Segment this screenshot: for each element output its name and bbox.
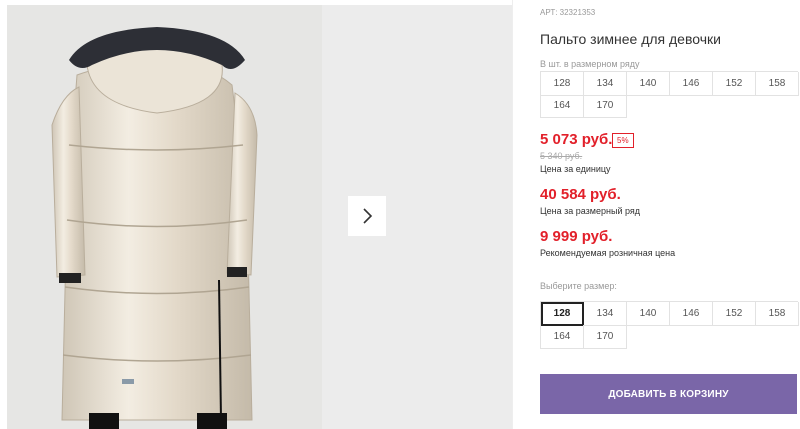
- size-option[interactable]: 134: [584, 302, 627, 326]
- pack-size-cell: 140: [627, 72, 670, 96]
- pack-size-cell: 152: [713, 72, 756, 96]
- pack-sizes-row1: 128 134 140 146 152 158: [540, 71, 799, 96]
- pack-price-note: Цена за размерный ряд: [540, 206, 641, 216]
- retail-price-note: Рекомендуемая розничная цена: [540, 248, 676, 258]
- add-to-cart-button[interactable]: ДОБАВИТЬ В КОРЗИНУ: [540, 374, 797, 414]
- pack-sizes-row2: 164 170: [540, 94, 627, 118]
- size-option[interactable]: 140: [627, 302, 670, 326]
- size-select-row1: 128 134 140 146 152 158: [540, 301, 799, 326]
- size-option-selected[interactable]: 128: [541, 302, 584, 326]
- size-option[interactable]: 146: [670, 302, 713, 326]
- size-select-caption: Выберите размер:: [540, 281, 617, 291]
- sku-value: 32321353: [559, 8, 596, 17]
- product-gallery: [0, 0, 512, 429]
- product-title: Пальто зимнее для девочки: [540, 31, 721, 47]
- old-price: 5 340 руб.: [540, 151, 583, 161]
- size-select-row2: 164 170: [540, 325, 627, 349]
- unit-price-note: Цена за единицу: [540, 164, 611, 174]
- panel-divider: [512, 0, 513, 429]
- pack-size-cell: 146: [670, 72, 713, 96]
- pack-size-cell: 164: [541, 94, 584, 118]
- chevron-right-icon: [363, 208, 373, 224]
- pack-size-cell: 170: [584, 94, 627, 118]
- product-photo: [7, 5, 322, 429]
- coat-illustration: [7, 5, 322, 429]
- pack-size-cell: 134: [584, 72, 627, 96]
- pack-sizes-caption: В шт. в размерном ряду: [540, 59, 640, 69]
- size-option[interactable]: 158: [756, 302, 799, 326]
- unit-price: 5 073 руб.: [540, 131, 613, 148]
- next-image-button[interactable]: [348, 196, 386, 236]
- sku-label: АРТ:: [540, 8, 558, 17]
- size-option[interactable]: 152: [713, 302, 756, 326]
- size-option[interactable]: 170: [584, 325, 627, 349]
- discount-badge: 5%: [612, 133, 634, 148]
- sku: АРТ: 32321353: [540, 8, 595, 17]
- pack-size-cell: 128: [541, 72, 584, 96]
- size-option[interactable]: 164: [541, 325, 584, 349]
- pack-size-cell: 158: [756, 72, 799, 96]
- retail-price: 9 999 руб.: [540, 228, 613, 245]
- pack-price: 40 584 руб.: [540, 186, 621, 203]
